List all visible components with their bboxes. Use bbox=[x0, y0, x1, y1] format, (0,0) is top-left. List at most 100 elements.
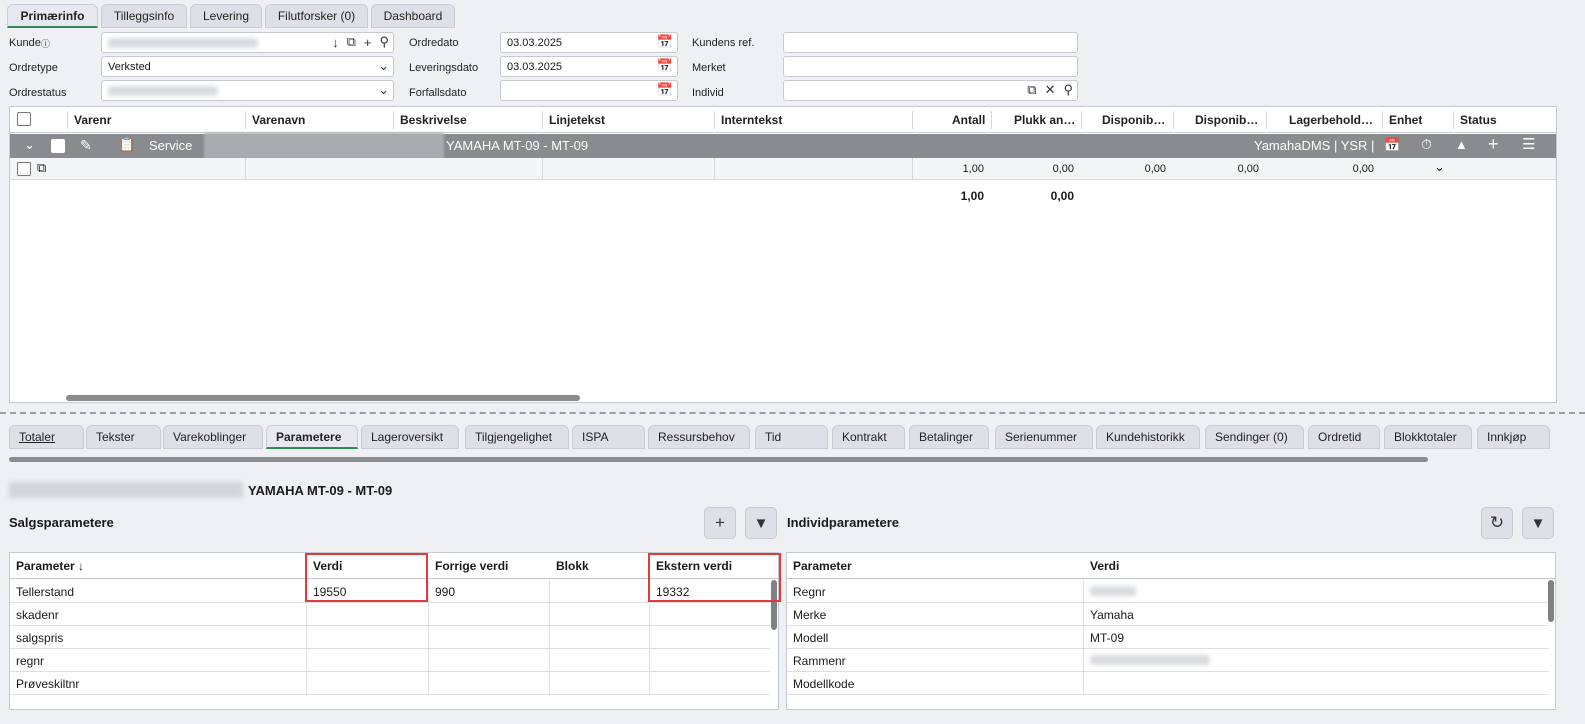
open-external-icon[interactable]: ⧉ bbox=[347, 34, 356, 50]
table-row[interactable]: Merke Yamaha bbox=[787, 603, 1549, 626]
filter-button[interactable]: ▼ bbox=[745, 507, 777, 539]
table-row[interactable]: Regnr bbox=[787, 580, 1549, 603]
edit-pencil-icon[interactable]: ✎ bbox=[80, 137, 92, 154]
group-title: YAMAHA MT-09 - MT-09 bbox=[446, 138, 589, 153]
kunde-field[interactable]: ↓ ⧉ + ⚲ bbox=[101, 32, 394, 53]
tab-tekster[interactable]: Tekster bbox=[86, 425, 161, 449]
col-blokk[interactable]: Blokk bbox=[550, 553, 589, 577]
individ-field[interactable]: ⧉ ✕ ⚲ bbox=[783, 80, 1078, 101]
ordredato-field[interactable]: 03.03.2025 📅 bbox=[500, 32, 678, 53]
tab-totaler[interactable]: Totaler bbox=[9, 425, 84, 449]
search-icon[interactable]: ⚲ bbox=[379, 34, 389, 50]
arrow-down-icon[interactable]: ↓ bbox=[332, 35, 339, 50]
tab-filutforsker[interactable]: Filutforsker (0) bbox=[265, 4, 368, 28]
col-varenavn[interactable]: Varenavn bbox=[252, 113, 305, 127]
col-verdi[interactable]: Verdi bbox=[1084, 553, 1119, 577]
col-enhet[interactable]: Enhet bbox=[1389, 113, 1422, 127]
table-row[interactable]: Rammenr bbox=[787, 649, 1549, 672]
regnr-redacted bbox=[1090, 586, 1136, 596]
group-checkbox[interactable] bbox=[51, 139, 65, 153]
refresh-button[interactable]: ↻ bbox=[1481, 507, 1513, 539]
tab-lageroversikt[interactable]: Lageroversikt bbox=[361, 425, 459, 449]
col-plukk[interactable]: Plukk an… bbox=[1014, 113, 1075, 127]
col-interntekst[interactable]: Interntekst bbox=[721, 113, 782, 127]
tabs-scrollbar[interactable] bbox=[9, 457, 1428, 462]
col-parameter[interactable]: Parameter ↓ bbox=[10, 553, 84, 577]
calendar-icon[interactable]: 📅 bbox=[657, 82, 673, 98]
tab-tid[interactable]: Tid bbox=[755, 425, 828, 449]
calendar-icon[interactable]: 📅 bbox=[657, 58, 673, 74]
calendar-icon[interactable]: 📅 bbox=[657, 34, 673, 50]
row-checkbox[interactable] bbox=[17, 162, 31, 176]
ordretype-select[interactable]: Verksted ⌄ bbox=[101, 56, 394, 77]
ordrestatus-label: Ordrestatus bbox=[9, 87, 67, 99]
close-icon[interactable]: ✕ bbox=[1045, 82, 1056, 98]
vertical-scrollbar[interactable] bbox=[1548, 580, 1554, 622]
info-icon: ⓘ bbox=[40, 39, 50, 49]
table-row[interactable]: ⧉ 1,00 0,00 0,00 0,00 0,00 ⌄ bbox=[10, 158, 1556, 180]
chevron-down-icon[interactable]: ⌄ bbox=[24, 137, 35, 153]
chevron-down-icon[interactable]: ⌄ bbox=[378, 82, 389, 98]
tab-blokktotaler[interactable]: Blokktotaler bbox=[1384, 425, 1472, 449]
tab-tilleggsinfo[interactable]: Tilleggsinfo bbox=[101, 4, 187, 28]
timer-icon[interactable]: ⏱ bbox=[1421, 136, 1432, 153]
forfallsdato-field[interactable]: 📅 bbox=[500, 80, 678, 101]
tab-tilgjengelighet[interactable]: Tilgjengelighet bbox=[465, 425, 569, 449]
select-all-checkbox[interactable] bbox=[17, 112, 31, 126]
chevron-down-icon[interactable]: ⌄ bbox=[378, 58, 389, 74]
group-row-service[interactable]: ⌄ ✎ 📋 Service YAMAHA MT-09 - MT-09 Yamah… bbox=[10, 133, 1556, 159]
col-beskrivelse[interactable]: Beskrivelse bbox=[400, 113, 467, 127]
open-external-icon[interactable]: ⧉ bbox=[37, 160, 46, 176]
col-parameter[interactable]: Parameter bbox=[787, 553, 852, 577]
filter-button-individ[interactable]: ▼ bbox=[1522, 507, 1554, 539]
calendar-add-icon[interactable]: 📅 bbox=[1384, 137, 1400, 153]
shapes-icon[interactable]: ▲ bbox=[1455, 137, 1468, 152]
table-row[interactable]: salgspris bbox=[10, 626, 770, 649]
tab-sendinger[interactable]: Sendinger (0) bbox=[1205, 425, 1304, 449]
tab-primaerinfo[interactable]: Primærinfo bbox=[7, 4, 98, 28]
param-name: Tellerstand bbox=[10, 580, 307, 603]
clipboard-check-icon[interactable]: 📋 bbox=[118, 136, 135, 153]
tab-ispa[interactable]: ISPA bbox=[572, 425, 645, 449]
ordrestatus-select[interactable]: ⌄ bbox=[101, 80, 394, 101]
chevron-down-icon[interactable]: ⌄ bbox=[1434, 159, 1445, 175]
tab-innkjop[interactable]: Innkjøp bbox=[1477, 425, 1550, 449]
col-antall[interactable]: Antall bbox=[952, 113, 985, 127]
splitter[interactable] bbox=[0, 412, 1585, 414]
kundens-ref-field[interactable] bbox=[783, 32, 1078, 53]
table-row[interactable]: Prøveskiltnr bbox=[10, 672, 770, 695]
search-icon[interactable]: ⚲ bbox=[1063, 82, 1073, 98]
tab-parametere[interactable]: Parametere bbox=[266, 425, 358, 449]
add-icon[interactable]: + bbox=[364, 35, 372, 50]
filter-icon: ▼ bbox=[753, 514, 769, 532]
tab-kundehistorikk[interactable]: Kundehistorikk bbox=[1096, 425, 1200, 449]
col-linjetekst[interactable]: Linjetekst bbox=[549, 113, 605, 127]
col-disponibel-1[interactable]: Disponib… bbox=[1102, 113, 1165, 127]
param-name: Regnr bbox=[787, 580, 1084, 603]
leveringsdato-field[interactable]: 03.03.2025 📅 bbox=[500, 56, 678, 77]
table-row[interactable]: Modellkode bbox=[787, 672, 1549, 695]
salgsparametere-title: Salgsparametere bbox=[9, 515, 114, 530]
tab-serienummer[interactable]: Serienummer bbox=[995, 425, 1093, 449]
tab-dashboard[interactable]: Dashboard bbox=[371, 4, 455, 28]
tab-levering[interactable]: Levering bbox=[190, 4, 262, 28]
col-forrige-verdi[interactable]: Forrige verdi bbox=[429, 553, 508, 577]
tab-betalinger[interactable]: Betalinger bbox=[909, 425, 989, 449]
add-icon[interactable]: + bbox=[1488, 134, 1499, 155]
col-disponibel-2[interactable]: Disponib… bbox=[1195, 113, 1258, 127]
horizontal-scrollbar[interactable] bbox=[66, 395, 580, 401]
menu-icon[interactable]: ☰ bbox=[1522, 135, 1535, 153]
tab-kontrakt[interactable]: Kontrakt bbox=[832, 425, 905, 449]
table-row[interactable]: Modell MT-09 bbox=[787, 626, 1549, 649]
table-row[interactable]: regnr bbox=[10, 649, 770, 672]
tab-ressursbehov[interactable]: Ressursbehov bbox=[648, 425, 750, 449]
col-lagerbeholdning[interactable]: Lagerbehold… bbox=[1289, 113, 1373, 127]
tab-varekoblinger[interactable]: Varekoblinger bbox=[163, 425, 263, 449]
tab-ordretid[interactable]: Ordretid bbox=[1308, 425, 1380, 449]
add-parameter-button[interactable]: + bbox=[704, 507, 736, 539]
merket-field[interactable] bbox=[783, 56, 1078, 77]
col-status[interactable]: Status bbox=[1460, 113, 1497, 127]
col-varenr[interactable]: Varenr bbox=[74, 113, 111, 127]
table-row[interactable]: skadenr bbox=[10, 603, 770, 626]
open-external-icon[interactable]: ⧉ bbox=[1027, 82, 1036, 98]
